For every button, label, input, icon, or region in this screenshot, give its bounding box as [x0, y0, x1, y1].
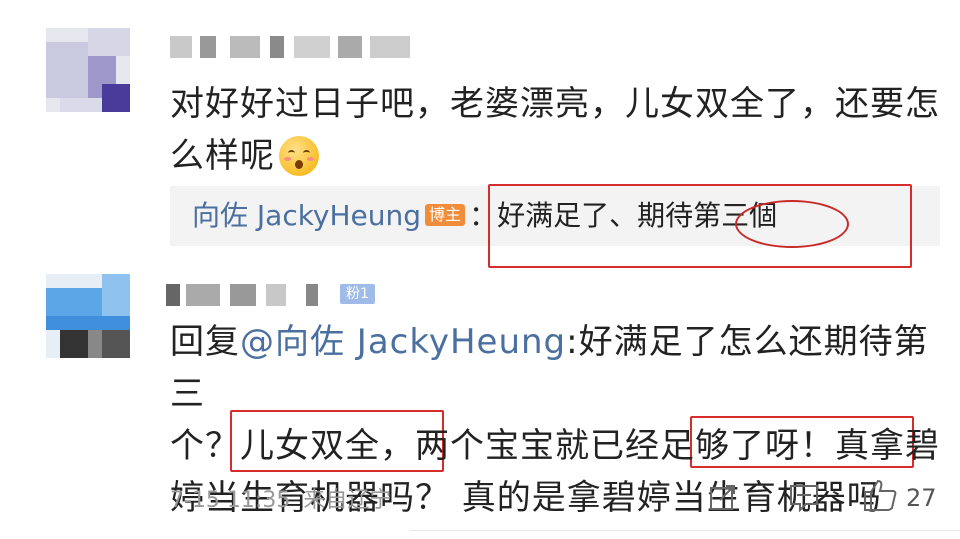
comment-text: 对好好过日子吧，老婆漂亮，儿女双全了，还要怎 么样呢: [170, 78, 940, 182]
timestamp: 7-15 11:35: [170, 488, 291, 513]
avatar[interactable]: [46, 28, 130, 112]
like-icon[interactable]: [862, 478, 898, 516]
reply-prefix: 回复: [170, 322, 240, 362]
username-blurred[interactable]: [170, 36, 430, 58]
comment-text-line2: 个？儿女双全，两个宝宝就已经足够了呀！真拿碧: [170, 426, 940, 466]
like-count: 27: [906, 484, 937, 512]
comment-text-line2: 么样呢: [170, 136, 275, 176]
share-icon[interactable]: [708, 482, 738, 516]
comment-meta: 7-15 11:35 来自辽宁: [170, 482, 391, 514]
fan-badge: 粉1: [340, 284, 375, 304]
username-blurred[interactable]: [166, 284, 346, 306]
comment-icon[interactable]: [788, 482, 820, 516]
mention-link[interactable]: @向佐 JackyHeung: [240, 322, 566, 362]
blogger-badge: 博主: [425, 204, 466, 226]
location: 来自辽宁: [303, 488, 392, 513]
flushed-face-emoji-icon: [279, 135, 319, 176]
avatar[interactable]: [46, 274, 130, 358]
highlight-ellipse-third: [735, 200, 849, 248]
reply-author-link[interactable]: 向佐 JackyHeung: [192, 199, 421, 232]
divider: [410, 530, 960, 531]
comment-text-line1: 对好好过日子吧，老婆漂亮，儿女双全了，还要怎: [170, 84, 940, 124]
